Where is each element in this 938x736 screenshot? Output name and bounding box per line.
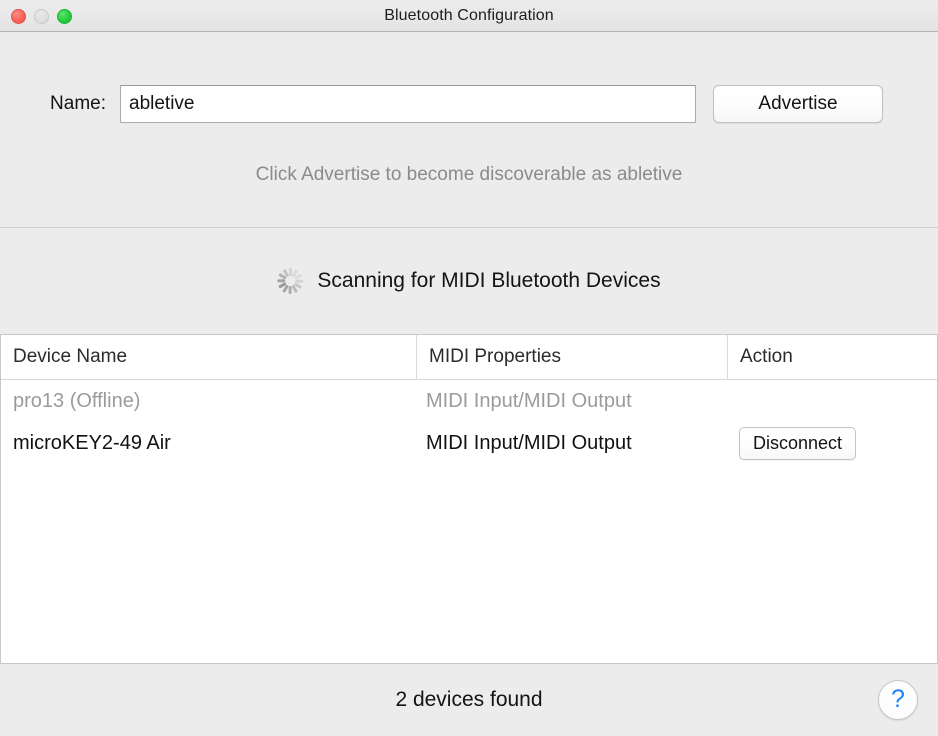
question-mark-icon: ?: [891, 684, 905, 713]
cell-midi-properties: MIDI Input/MIDI Output: [426, 389, 632, 412]
cell-midi-properties: MIDI Input/MIDI Output: [426, 431, 632, 454]
column-header-device-name[interactable]: Device Name: [1, 335, 416, 379]
device-table-header: Device Name MIDI Properties Action: [1, 335, 937, 380]
spinner-icon: [277, 268, 304, 294]
scanning-panel: Scanning for MIDI Bluetooth Devices: [0, 228, 938, 334]
local-device-panel: Name: Advertise Click Advertise to becom…: [0, 32, 938, 228]
window-controls: [11, 0, 72, 32]
cell-action: Disconnect: [727, 422, 937, 464]
window-title: Bluetooth Configuration: [384, 6, 554, 24]
maximize-window-button[interactable]: [57, 8, 72, 24]
column-header-midi-properties[interactable]: MIDI Properties: [416, 335, 727, 379]
window-footer: 2 devices found ?: [0, 664, 938, 736]
window-titlebar: Bluetooth Configuration: [0, 0, 938, 32]
table-row[interactable]: microKEY2-49 Air MIDI Input/MIDI Output …: [1, 422, 937, 464]
bluetooth-configuration-window: Bluetooth Configuration Name: Advertise …: [0, 0, 938, 736]
cell-device-name: microKEY2-49 Air: [13, 431, 171, 454]
column-header-action[interactable]: Action: [727, 335, 937, 379]
cell-action: [727, 380, 937, 422]
cell-device-name: pro13 (Offline): [13, 389, 141, 412]
table-row[interactable]: pro13 (Offline) MIDI Input/MIDI Output: [1, 380, 937, 422]
advertise-button[interactable]: Advertise: [713, 85, 883, 123]
device-name-input[interactable]: [120, 85, 696, 123]
advertise-hint-text: Click Advertise to become discoverable a…: [255, 164, 683, 185]
minimize-window-button[interactable]: [34, 8, 49, 24]
scanning-status-label: Scanning for MIDI Bluetooth Devices: [317, 269, 661, 292]
close-window-button[interactable]: [11, 8, 26, 24]
device-table-body: pro13 (Offline) MIDI Input/MIDI Output m…: [1, 380, 937, 663]
disconnect-button[interactable]: Disconnect: [739, 426, 857, 460]
device-table: Device Name MIDI Properties Action pro13…: [0, 334, 938, 664]
name-row: Name: Advertise: [0, 84, 938, 124]
name-field-label: Name:: [50, 93, 106, 114]
devices-found-status: 2 devices found: [395, 688, 543, 711]
help-button[interactable]: ?: [878, 680, 918, 720]
